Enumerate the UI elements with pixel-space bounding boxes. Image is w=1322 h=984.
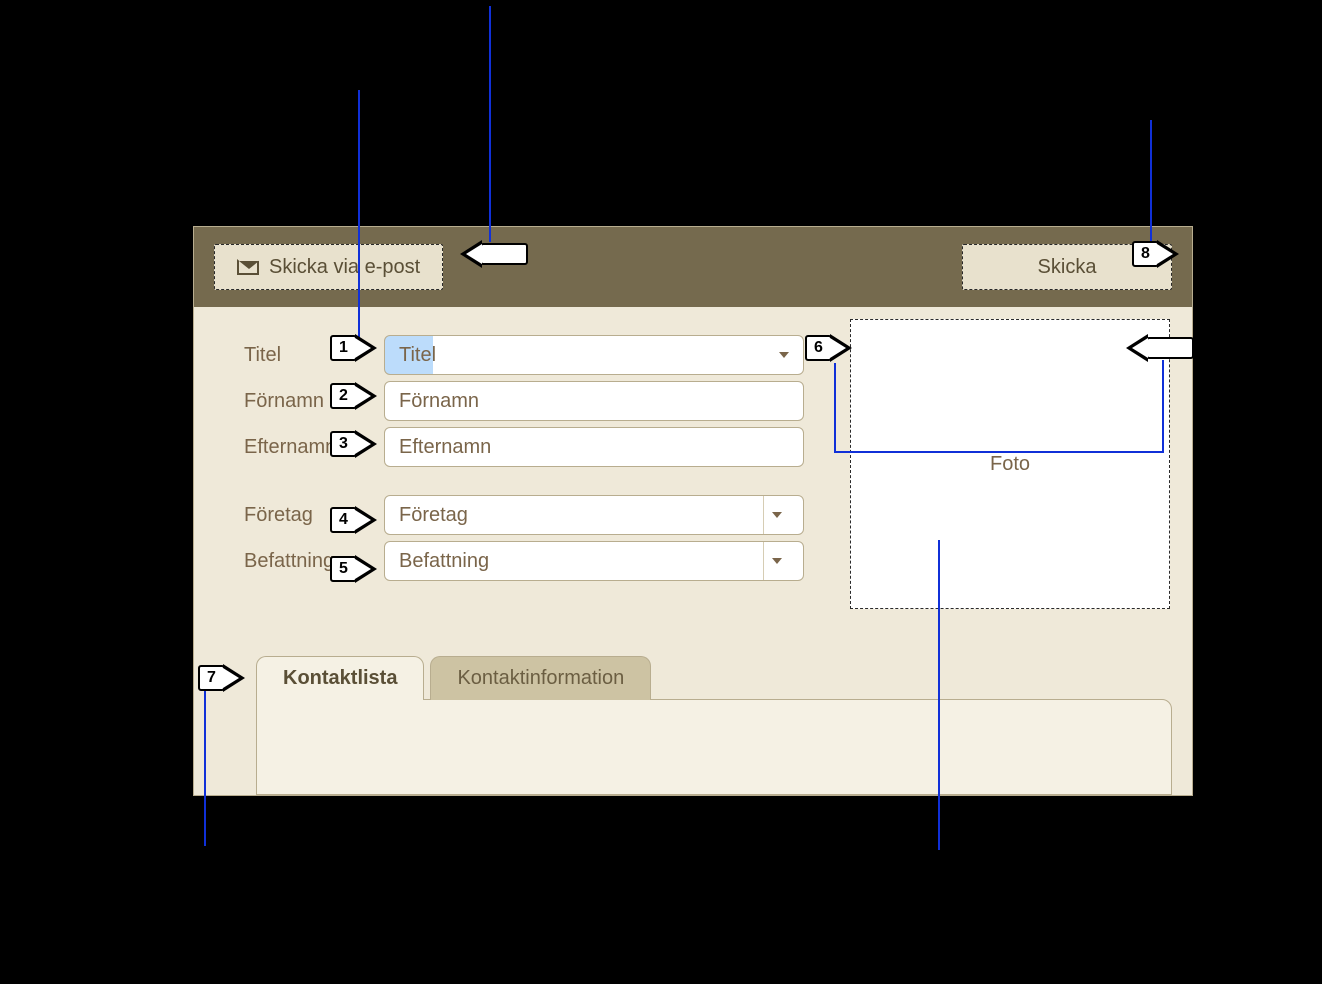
callout-3-label: 3	[330, 431, 357, 457]
arrow-left-icon	[460, 240, 482, 268]
callout-7-label: 7	[198, 665, 225, 691]
tab-contact-list-label: Kontaktlista	[283, 667, 397, 690]
callout-8-label: 8	[1132, 241, 1159, 267]
leader-line	[834, 363, 836, 453]
send-via-email-button[interactable]: Skicka via e-post	[214, 244, 443, 290]
lastname-field[interactable]: Efternamn	[384, 427, 804, 467]
callout-2-label: 2	[330, 383, 357, 409]
position-placeholder: Befattning	[399, 550, 489, 573]
tabs: Kontaktlista Kontaktinformation	[256, 655, 1172, 795]
arrow-right-icon	[355, 506, 377, 534]
leader-line	[1162, 360, 1164, 453]
callout-8: 8	[1132, 240, 1179, 268]
leader-line	[489, 6, 491, 242]
firstname-field[interactable]: Förnamn	[384, 381, 804, 421]
arrow-right-icon	[355, 334, 377, 362]
tab-contact-list[interactable]: Kontaktlista	[256, 656, 424, 700]
callout-5: 5	[330, 555, 377, 583]
tab-row: Kontaktlista Kontaktinformation	[256, 655, 1172, 699]
tab-contact-info[interactable]: Kontaktinformation	[430, 656, 651, 700]
leader-line	[834, 451, 1164, 453]
chevron-down-icon	[779, 352, 789, 358]
arrow-left-icon	[1126, 334, 1148, 362]
company-placeholder: Företag	[399, 504, 468, 527]
chevron-down-icon	[772, 512, 782, 518]
callout-4: 4	[330, 506, 377, 534]
callout-3: 3	[330, 430, 377, 458]
leader-line	[1150, 120, 1152, 246]
arrow-right-icon	[223, 664, 245, 692]
tab-contact-info-label: Kontaktinformation	[457, 667, 624, 690]
leader-line	[358, 90, 360, 338]
arrow-right-icon	[355, 555, 377, 583]
firstname-placeholder: Förnamn	[399, 390, 479, 413]
tab-body	[256, 699, 1172, 795]
callout-6-label: 6	[805, 335, 832, 361]
combo-arrow	[763, 496, 789, 534]
send-button-label: Skicka	[1038, 256, 1097, 279]
callout-2: 2	[330, 382, 377, 410]
callout-plain	[1126, 334, 1194, 362]
arrow-right-icon	[830, 334, 852, 362]
leader-line	[204, 688, 206, 846]
callout-1-label: 1	[330, 335, 357, 361]
combo-arrow	[763, 542, 789, 580]
callout-4-label: 4	[330, 507, 357, 533]
callout-6: 6	[805, 334, 852, 362]
callout-5-label: 5	[330, 556, 357, 582]
callout-empty-box	[1146, 337, 1194, 359]
chevron-down-icon	[772, 558, 782, 564]
lastname-placeholder: Efternamn	[399, 436, 491, 459]
callout-7: 7	[198, 664, 245, 692]
company-field[interactable]: Företag	[384, 495, 804, 535]
title-placeholder: Titel	[399, 344, 436, 367]
photo-dropzone[interactable]: Foto	[850, 319, 1170, 609]
callout-plain	[460, 240, 528, 268]
mail-icon	[237, 259, 259, 275]
title-field[interactable]: Titel	[384, 335, 804, 375]
send-via-email-label: Skicka via e-post	[269, 256, 420, 279]
toolbar: Skicka via e-post Skicka	[194, 227, 1192, 307]
arrow-right-icon	[355, 382, 377, 410]
stage: Skicka via e-post Skicka Titel Titel För…	[0, 0, 1322, 984]
photo-label: Foto	[990, 453, 1030, 476]
arrow-right-icon	[355, 430, 377, 458]
arrow-right-icon	[1157, 240, 1179, 268]
position-field[interactable]: Befattning	[384, 541, 804, 581]
callout-1: 1	[330, 334, 377, 362]
leader-line	[938, 540, 940, 850]
callout-empty-box	[480, 243, 528, 265]
